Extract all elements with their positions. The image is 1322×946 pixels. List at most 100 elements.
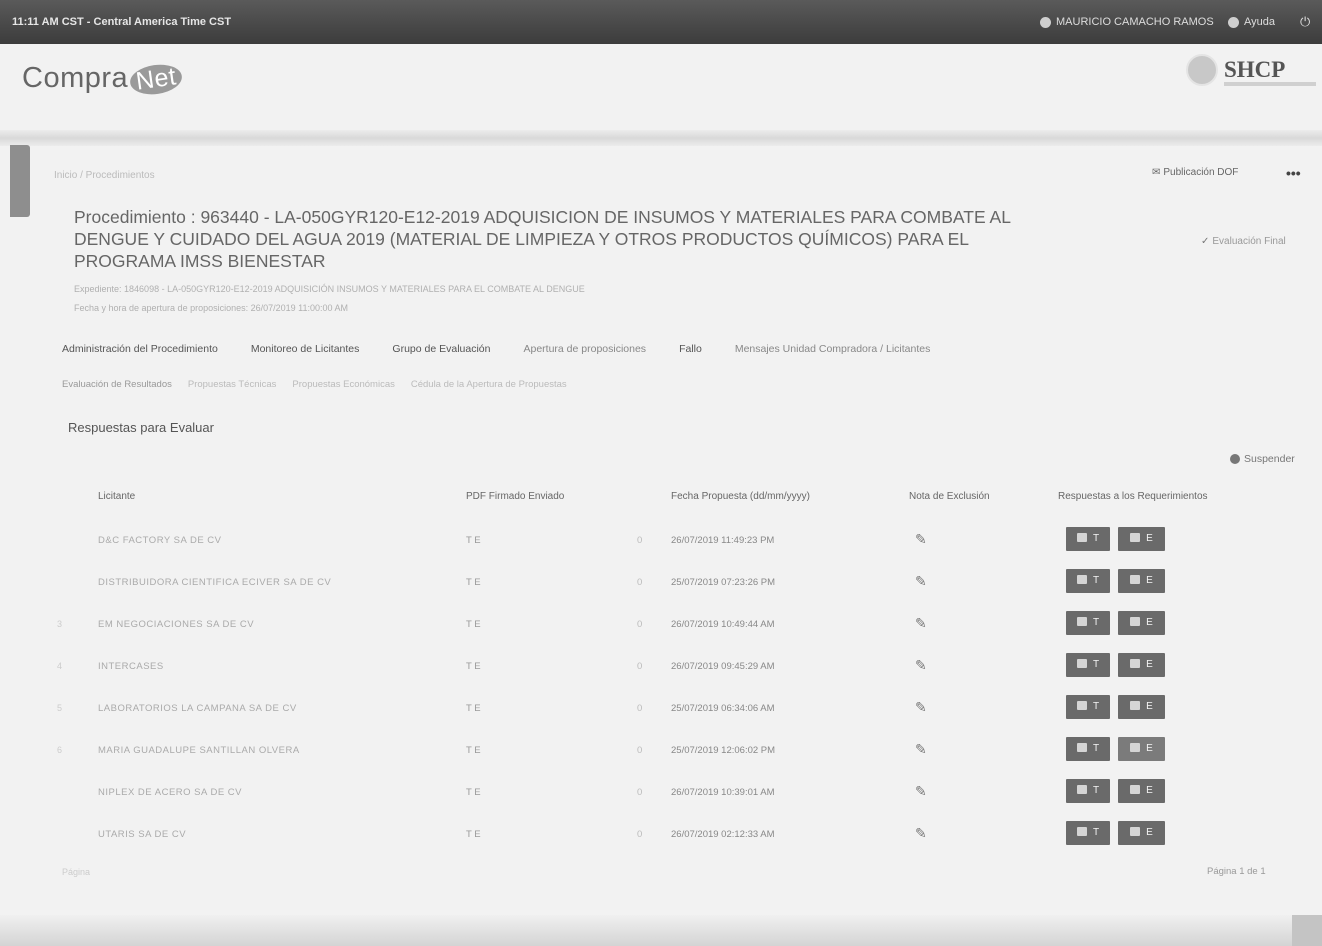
- pagination-info: Página 1 de 1: [1207, 866, 1266, 877]
- user-name: MAURICIO CAMACHO RAMOS: [1056, 16, 1214, 28]
- suspender-label: Suspender: [1244, 453, 1295, 465]
- table-row: 4 INTERCASES T E 0 26/07/2019 09:45:29 A…: [0, 647, 1322, 689]
- publicacion-dof-button[interactable]: ✉ Publicación DOF: [1152, 167, 1238, 178]
- exclusion-note-icon[interactable]: ✎: [915, 615, 927, 632]
- publicacion-dof-label: Publicación DOF: [1163, 167, 1239, 178]
- hand-icon: [1076, 659, 1087, 668]
- btn-e-label: E: [1146, 743, 1153, 754]
- col-header-respuestas: Respuestas a los Requerimientos: [1058, 491, 1208, 502]
- technical-response-button[interactable]: T: [1066, 821, 1110, 845]
- hand-icon: [1076, 533, 1087, 542]
- technical-response-button[interactable]: T: [1066, 527, 1110, 551]
- exclusion-note-icon[interactable]: ✎: [915, 783, 927, 800]
- tab-fallo[interactable]: Fallo: [679, 343, 702, 355]
- suspender-button[interactable]: Suspender: [1230, 453, 1295, 465]
- row-number: 6: [57, 745, 63, 755]
- pdf-status: T E: [466, 829, 481, 840]
- subtab-tecnicas[interactable]: Propuestas Técnicas: [188, 379, 277, 390]
- breadcrumb[interactable]: Inicio / Procedimientos: [54, 170, 155, 181]
- shcp-text: SHCP: [1224, 57, 1286, 82]
- proposal-date: 26/07/2019 11:49:23 PM: [671, 535, 775, 546]
- money-icon: [1130, 617, 1141, 626]
- col-header-licitante[interactable]: Licitante: [98, 491, 135, 502]
- btn-t-label: T: [1092, 659, 1100, 670]
- technical-response-button[interactable]: T: [1066, 569, 1110, 593]
- col-header-nota: Nota de Exclusión: [909, 491, 990, 502]
- pdf-count: 0: [637, 535, 643, 546]
- economic-response-button[interactable]: E: [1118, 527, 1165, 551]
- row-number: 5: [57, 703, 63, 713]
- pdf-count: 0: [637, 577, 643, 588]
- money-icon: [1130, 533, 1141, 542]
- btn-t-label: T: [1092, 743, 1100, 754]
- technical-response-button[interactable]: T: [1066, 737, 1110, 761]
- exclusion-note-icon[interactable]: ✎: [915, 699, 927, 716]
- user-icon: [1040, 16, 1051, 28]
- pdf-status: T E: [466, 619, 481, 630]
- help-icon: [1228, 16, 1239, 28]
- licitante-name: NIPLEX DE ACERO SA DE CV: [98, 787, 242, 798]
- technical-response-button[interactable]: T: [1066, 695, 1110, 719]
- shcp-logo: SHCP: [1186, 54, 1316, 86]
- hand-icon: [1076, 701, 1087, 710]
- licitante-name: INTERCASES: [98, 661, 164, 672]
- evaluacion-final-label: Evaluación Final: [1212, 236, 1286, 247]
- economic-response-button[interactable]: E: [1118, 737, 1165, 761]
- tab-grupo-evaluacion[interactable]: Grupo de Evaluación: [392, 343, 490, 355]
- tab-administracion[interactable]: Administración del Procedimiento: [62, 343, 218, 355]
- subtab-evaluacion[interactable]: Evaluación de Resultados: [62, 379, 172, 390]
- subtab-economicas[interactable]: Propuestas Económicas: [292, 379, 394, 390]
- hand-icon: [1076, 785, 1087, 794]
- technical-response-button[interactable]: T: [1066, 611, 1110, 635]
- exclusion-note-icon[interactable]: ✎: [915, 573, 927, 590]
- table-row: D&C FACTORY SA DE CV T E 0 26/07/2019 11…: [0, 521, 1322, 563]
- economic-response-button[interactable]: E: [1118, 653, 1165, 677]
- licitante-name: MARIA GUADALUPE SANTILLAN OLVERA: [98, 745, 300, 756]
- economic-response-button[interactable]: E: [1118, 611, 1165, 635]
- user-menu[interactable]: MAURICIO CAMACHO RAMOS: [1040, 16, 1214, 28]
- btn-e-label: E: [1146, 617, 1153, 628]
- tab-apertura[interactable]: Apertura de proposiciones: [523, 343, 646, 355]
- evaluacion-final-button[interactable]: ✓ Evaluación Final: [1201, 236, 1286, 247]
- table-row: 3 EM NEGOCIACIONES SA DE CV T E 0 26/07/…: [0, 605, 1322, 647]
- technical-response-button[interactable]: T: [1066, 653, 1110, 677]
- exclusion-note-icon[interactable]: ✎: [915, 531, 927, 548]
- side-panel-toggle[interactable]: [10, 145, 30, 217]
- compranet-logo[interactable]: Compra Net: [22, 61, 185, 98]
- btn-t-label: T: [1092, 617, 1100, 628]
- subtab-cedula[interactable]: Cédula de la Apertura de Propuestas: [411, 379, 567, 390]
- exclusion-note-icon[interactable]: ✎: [915, 657, 927, 674]
- proposal-date: 25/07/2019 06:34:06 AM: [671, 703, 775, 714]
- power-icon[interactable]: ⏻: [1300, 14, 1310, 30]
- hand-icon: [1076, 617, 1087, 626]
- money-icon: [1130, 827, 1141, 836]
- proposal-date: 25/07/2019 12:06:02 PM: [671, 745, 776, 756]
- economic-response-button[interactable]: E: [1118, 779, 1165, 803]
- licitante-name: DISTRIBUIDORA CIENTIFICA ECIVER SA DE CV: [98, 577, 332, 588]
- btn-e-label: E: [1146, 575, 1153, 586]
- money-icon: [1130, 659, 1141, 668]
- hand-icon: [1076, 575, 1087, 584]
- btn-t-label: T: [1092, 827, 1100, 838]
- btn-t-label: T: [1092, 533, 1100, 544]
- proposal-date: 26/07/2019 09:45:29 AM: [671, 661, 775, 672]
- col-header-fecha[interactable]: Fecha Propuesta (dd/mm/yyyy): [671, 491, 810, 502]
- tab-mensajes[interactable]: Mensajes Unidad Compradora / Licitantes: [735, 343, 931, 355]
- technical-response-button[interactable]: T: [1066, 779, 1110, 803]
- col-header-pdf[interactable]: PDF Firmado Enviado: [466, 491, 564, 502]
- pdf-status: T E: [466, 745, 481, 756]
- logo-text-left: Compra: [22, 62, 129, 94]
- shcp-seal-icon: [1186, 54, 1218, 86]
- help-menu[interactable]: Ayuda: [1228, 16, 1275, 28]
- pdf-count: 0: [637, 787, 643, 798]
- tab-monitoreo[interactable]: Monitoreo de Licitantes: [251, 343, 360, 355]
- exclusion-note-icon[interactable]: ✎: [915, 825, 927, 842]
- table-row: NIPLEX DE ACERO SA DE CV T E 0 26/07/201…: [0, 773, 1322, 815]
- economic-response-button[interactable]: E: [1118, 821, 1165, 845]
- top-bar: 11:11 AM CST - Central America Time CST …: [0, 0, 1322, 44]
- logo-text-right: Net: [128, 61, 185, 98]
- exclusion-note-icon[interactable]: ✎: [915, 741, 927, 758]
- more-options-icon[interactable]: •••: [1286, 165, 1301, 181]
- economic-response-button[interactable]: E: [1118, 569, 1165, 593]
- economic-response-button[interactable]: E: [1118, 695, 1165, 719]
